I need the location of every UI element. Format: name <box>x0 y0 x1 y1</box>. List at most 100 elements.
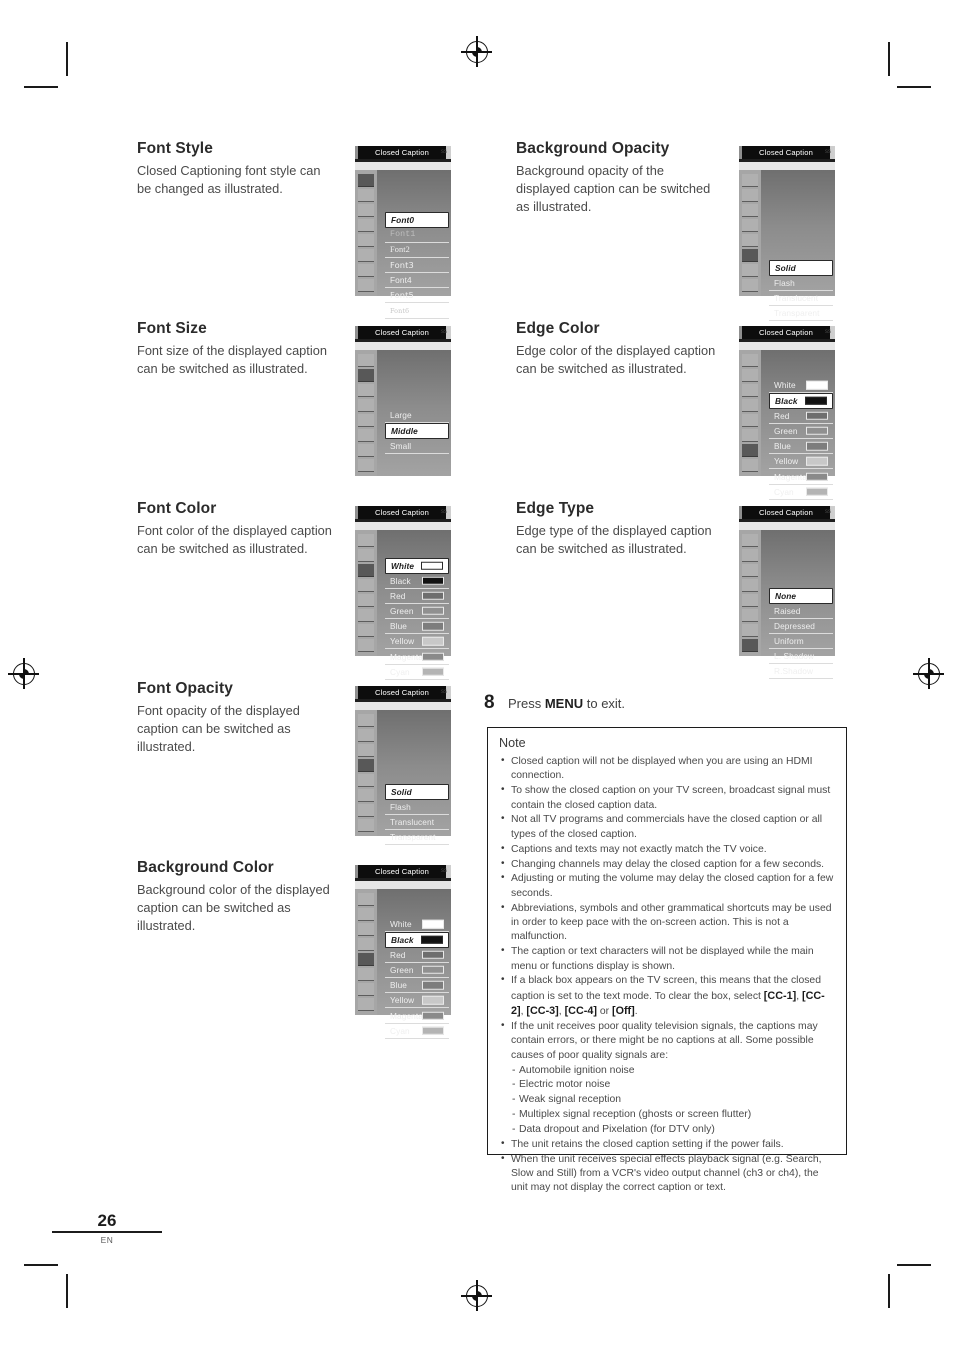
osd-sidebar-slot[interactable] <box>742 594 758 607</box>
osd-option[interactable]: Font3 <box>385 258 449 274</box>
osd-option[interactable]: Blue <box>385 978 449 994</box>
osd-sidebar-slot[interactable] <box>742 429 758 442</box>
osd-option[interactable]: Flash <box>385 800 449 815</box>
osd-sidebar-slot[interactable] <box>358 189 374 202</box>
osd-sidebar-slot[interactable] <box>742 354 758 367</box>
osd-sidebar-slot[interactable] <box>742 189 758 202</box>
osd-option[interactable]: Yellow <box>769 454 833 470</box>
osd-sidebar-slot[interactable] <box>358 264 374 277</box>
osd-sidebar-slot[interactable] <box>742 459 758 472</box>
osd-option[interactable]: Green <box>385 963 449 979</box>
osd-option-selected[interactable]: Black <box>385 932 449 948</box>
osd-sidebar-slot[interactable] <box>358 744 374 757</box>
osd-option[interactable]: Font2 <box>385 243 449 258</box>
osd-option[interactable]: Flash <box>769 276 833 291</box>
osd-sidebar-slot[interactable] <box>742 564 758 577</box>
osd-option[interactable]: White <box>385 917 449 933</box>
osd-option[interactable]: Black <box>385 574 449 589</box>
osd-option[interactable]: Blue <box>385 619 449 635</box>
osd-sidebar-slot-selected[interactable] <box>358 369 374 382</box>
osd-option-selected[interactable]: Solid <box>769 260 833 276</box>
osd-sidebar-slot-selected[interactable] <box>358 564 374 577</box>
osd-sidebar-slot[interactable] <box>358 938 374 951</box>
osd-sidebar-slot[interactable] <box>358 714 374 727</box>
osd-option[interactable]: Red <box>385 589 449 604</box>
osd-sidebar-slot[interactable] <box>358 624 374 637</box>
osd-sidebar-slot-selected[interactable] <box>742 249 758 262</box>
osd-option-selected[interactable]: Black <box>769 393 833 409</box>
osd-option[interactable]: Cyan <box>385 665 449 680</box>
osd-sidebar-slot[interactable] <box>358 609 374 622</box>
osd-sidebar-slot[interactable] <box>742 174 758 187</box>
osd-option[interactable]: Green <box>385 604 449 620</box>
osd-sidebar-slot[interactable] <box>742 609 758 622</box>
osd-option[interactable]: Red <box>385 948 449 963</box>
osd-option[interactable]: Depressed <box>769 619 833 634</box>
osd-sidebar-slot[interactable] <box>742 219 758 232</box>
osd-sidebar-slot[interactable] <box>358 549 374 562</box>
osd-option[interactable]: Magenta <box>769 469 833 485</box>
osd-sidebar-slot[interactable] <box>358 279 374 292</box>
osd-sidebar-slot-selected[interactable] <box>742 639 758 652</box>
osd-sidebar-slot[interactable] <box>358 234 374 247</box>
osd-sidebar-slot[interactable] <box>358 804 374 817</box>
osd-option[interactable]: Translucent <box>385 815 449 830</box>
osd-option-selected[interactable]: Font0 <box>385 212 449 228</box>
osd-option[interactable]: Blue <box>769 439 833 455</box>
osd-option-selected[interactable]: None <box>769 588 833 604</box>
osd-sidebar-slot[interactable] <box>358 819 374 832</box>
osd-sidebar-slot[interactable] <box>742 384 758 397</box>
osd-option[interactable]: Font1 <box>385 228 449 243</box>
osd-sidebar-slot-selected[interactable] <box>358 759 374 772</box>
osd-sidebar-slot[interactable] <box>358 444 374 457</box>
osd-sidebar-slot[interactable] <box>358 204 374 217</box>
osd-sidebar-slot-selected[interactable] <box>742 444 758 457</box>
osd-option[interactable]: Yellow <box>385 993 449 1009</box>
osd-sidebar-slot[interactable] <box>742 234 758 247</box>
osd-sidebar-slot[interactable] <box>742 204 758 217</box>
osd-sidebar-slot[interactable] <box>358 639 374 652</box>
osd-sidebar-slot[interactable] <box>358 729 374 742</box>
osd-option[interactable]: Font4 <box>385 273 449 289</box>
osd-sidebar-slot[interactable] <box>742 624 758 637</box>
osd-sidebar-slot[interactable] <box>358 968 374 981</box>
osd-option[interactable]: Transparent <box>769 306 833 322</box>
osd-sidebar-slot[interactable] <box>358 399 374 412</box>
osd-sidebar-slot[interactable] <box>358 983 374 996</box>
osd-sidebar-slot-selected[interactable] <box>358 953 374 966</box>
osd-sidebar-slot[interactable] <box>358 354 374 367</box>
osd-sidebar-slot[interactable] <box>358 579 374 592</box>
osd-sidebar-slot[interactable] <box>358 893 374 906</box>
osd-sidebar-slot[interactable] <box>358 414 374 427</box>
osd-sidebar-slot[interactable] <box>358 219 374 232</box>
osd-sidebar-slot[interactable] <box>742 414 758 427</box>
osd-sidebar-slot[interactable] <box>358 923 374 936</box>
osd-option[interactable]: Raised <box>769 604 833 619</box>
osd-sidebar-slot[interactable] <box>358 459 374 472</box>
osd-sidebar-slot[interactable] <box>742 279 758 292</box>
osd-option[interactable]: Green <box>769 424 833 440</box>
osd-option[interactable]: Yellow <box>385 634 449 650</box>
osd-option[interactable]: Cyan <box>385 1024 449 1039</box>
osd-sidebar-slot[interactable] <box>742 534 758 547</box>
osd-option[interactable]: Font5 <box>385 288 449 304</box>
osd-option-selected[interactable]: White <box>385 558 449 574</box>
osd-sidebar-slot[interactable] <box>742 579 758 592</box>
osd-option[interactable]: Large <box>385 408 449 424</box>
osd-option[interactable]: R.Shadow <box>769 664 833 680</box>
osd-sidebar-slot[interactable] <box>358 384 374 397</box>
osd-sidebar-slot[interactable] <box>742 369 758 382</box>
osd-sidebar-slot[interactable] <box>358 789 374 802</box>
osd-sidebar-slot[interactable] <box>358 429 374 442</box>
osd-option[interactable]: L. Shadow <box>769 649 833 665</box>
osd-sidebar-slot[interactable] <box>742 264 758 277</box>
osd-option-selected[interactable]: Solid <box>385 784 449 800</box>
osd-option-selected[interactable]: Middle <box>385 423 449 439</box>
osd-sidebar-slot[interactable] <box>742 399 758 412</box>
osd-option[interactable]: Red <box>769 409 833 424</box>
osd-sidebar-slot[interactable] <box>358 998 374 1011</box>
osd-sidebar-slot[interactable] <box>358 534 374 547</box>
osd-sidebar-slot[interactable] <box>742 549 758 562</box>
osd-sidebar-slot[interactable] <box>358 908 374 921</box>
osd-option[interactable]: White <box>769 378 833 394</box>
